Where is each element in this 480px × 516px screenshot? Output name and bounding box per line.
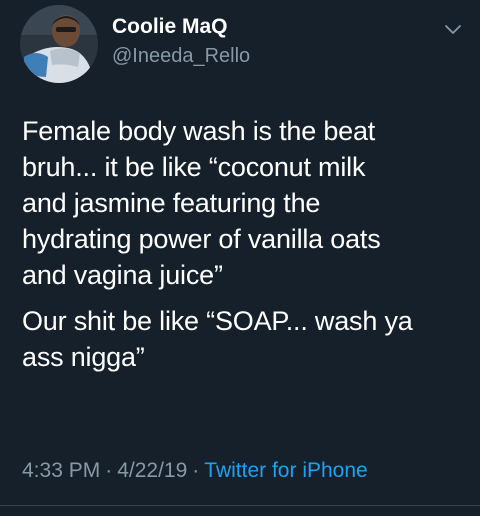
tweet-paragraph: Female body wash is the beat bruh... it … xyxy=(22,116,381,290)
tweet-meta: 4:33 PM · 4/22/19 · Twitter for iPhone xyxy=(22,457,368,485)
chevron-down-icon[interactable] xyxy=(444,24,462,36)
tweet-card: Coolie MaQ @Ineeda_Rello Female body was… xyxy=(0,0,480,516)
meta-separator: · xyxy=(105,459,113,482)
display-name[interactable]: Coolie MaQ xyxy=(112,14,250,40)
tweet-text: Female body wash is the beat bruh... it … xyxy=(22,113,462,375)
avatar-image xyxy=(20,5,98,83)
avatar[interactable] xyxy=(20,5,98,83)
author-block[interactable]: Coolie MaQ @Ineeda_Rello xyxy=(112,14,250,69)
tweet-source-link[interactable]: Twitter for iPhone xyxy=(204,459,367,482)
divider xyxy=(0,505,480,506)
tweet-date[interactable]: 4/22/19 xyxy=(117,459,187,482)
user-handle[interactable]: @Ineeda_Rello xyxy=(112,43,250,69)
tweet-time[interactable]: 4:33 PM xyxy=(22,459,100,482)
tweet-paragraph: Our shit be like “SOAP... wash ya ass ni… xyxy=(22,306,413,372)
meta-separator: · xyxy=(192,459,200,482)
